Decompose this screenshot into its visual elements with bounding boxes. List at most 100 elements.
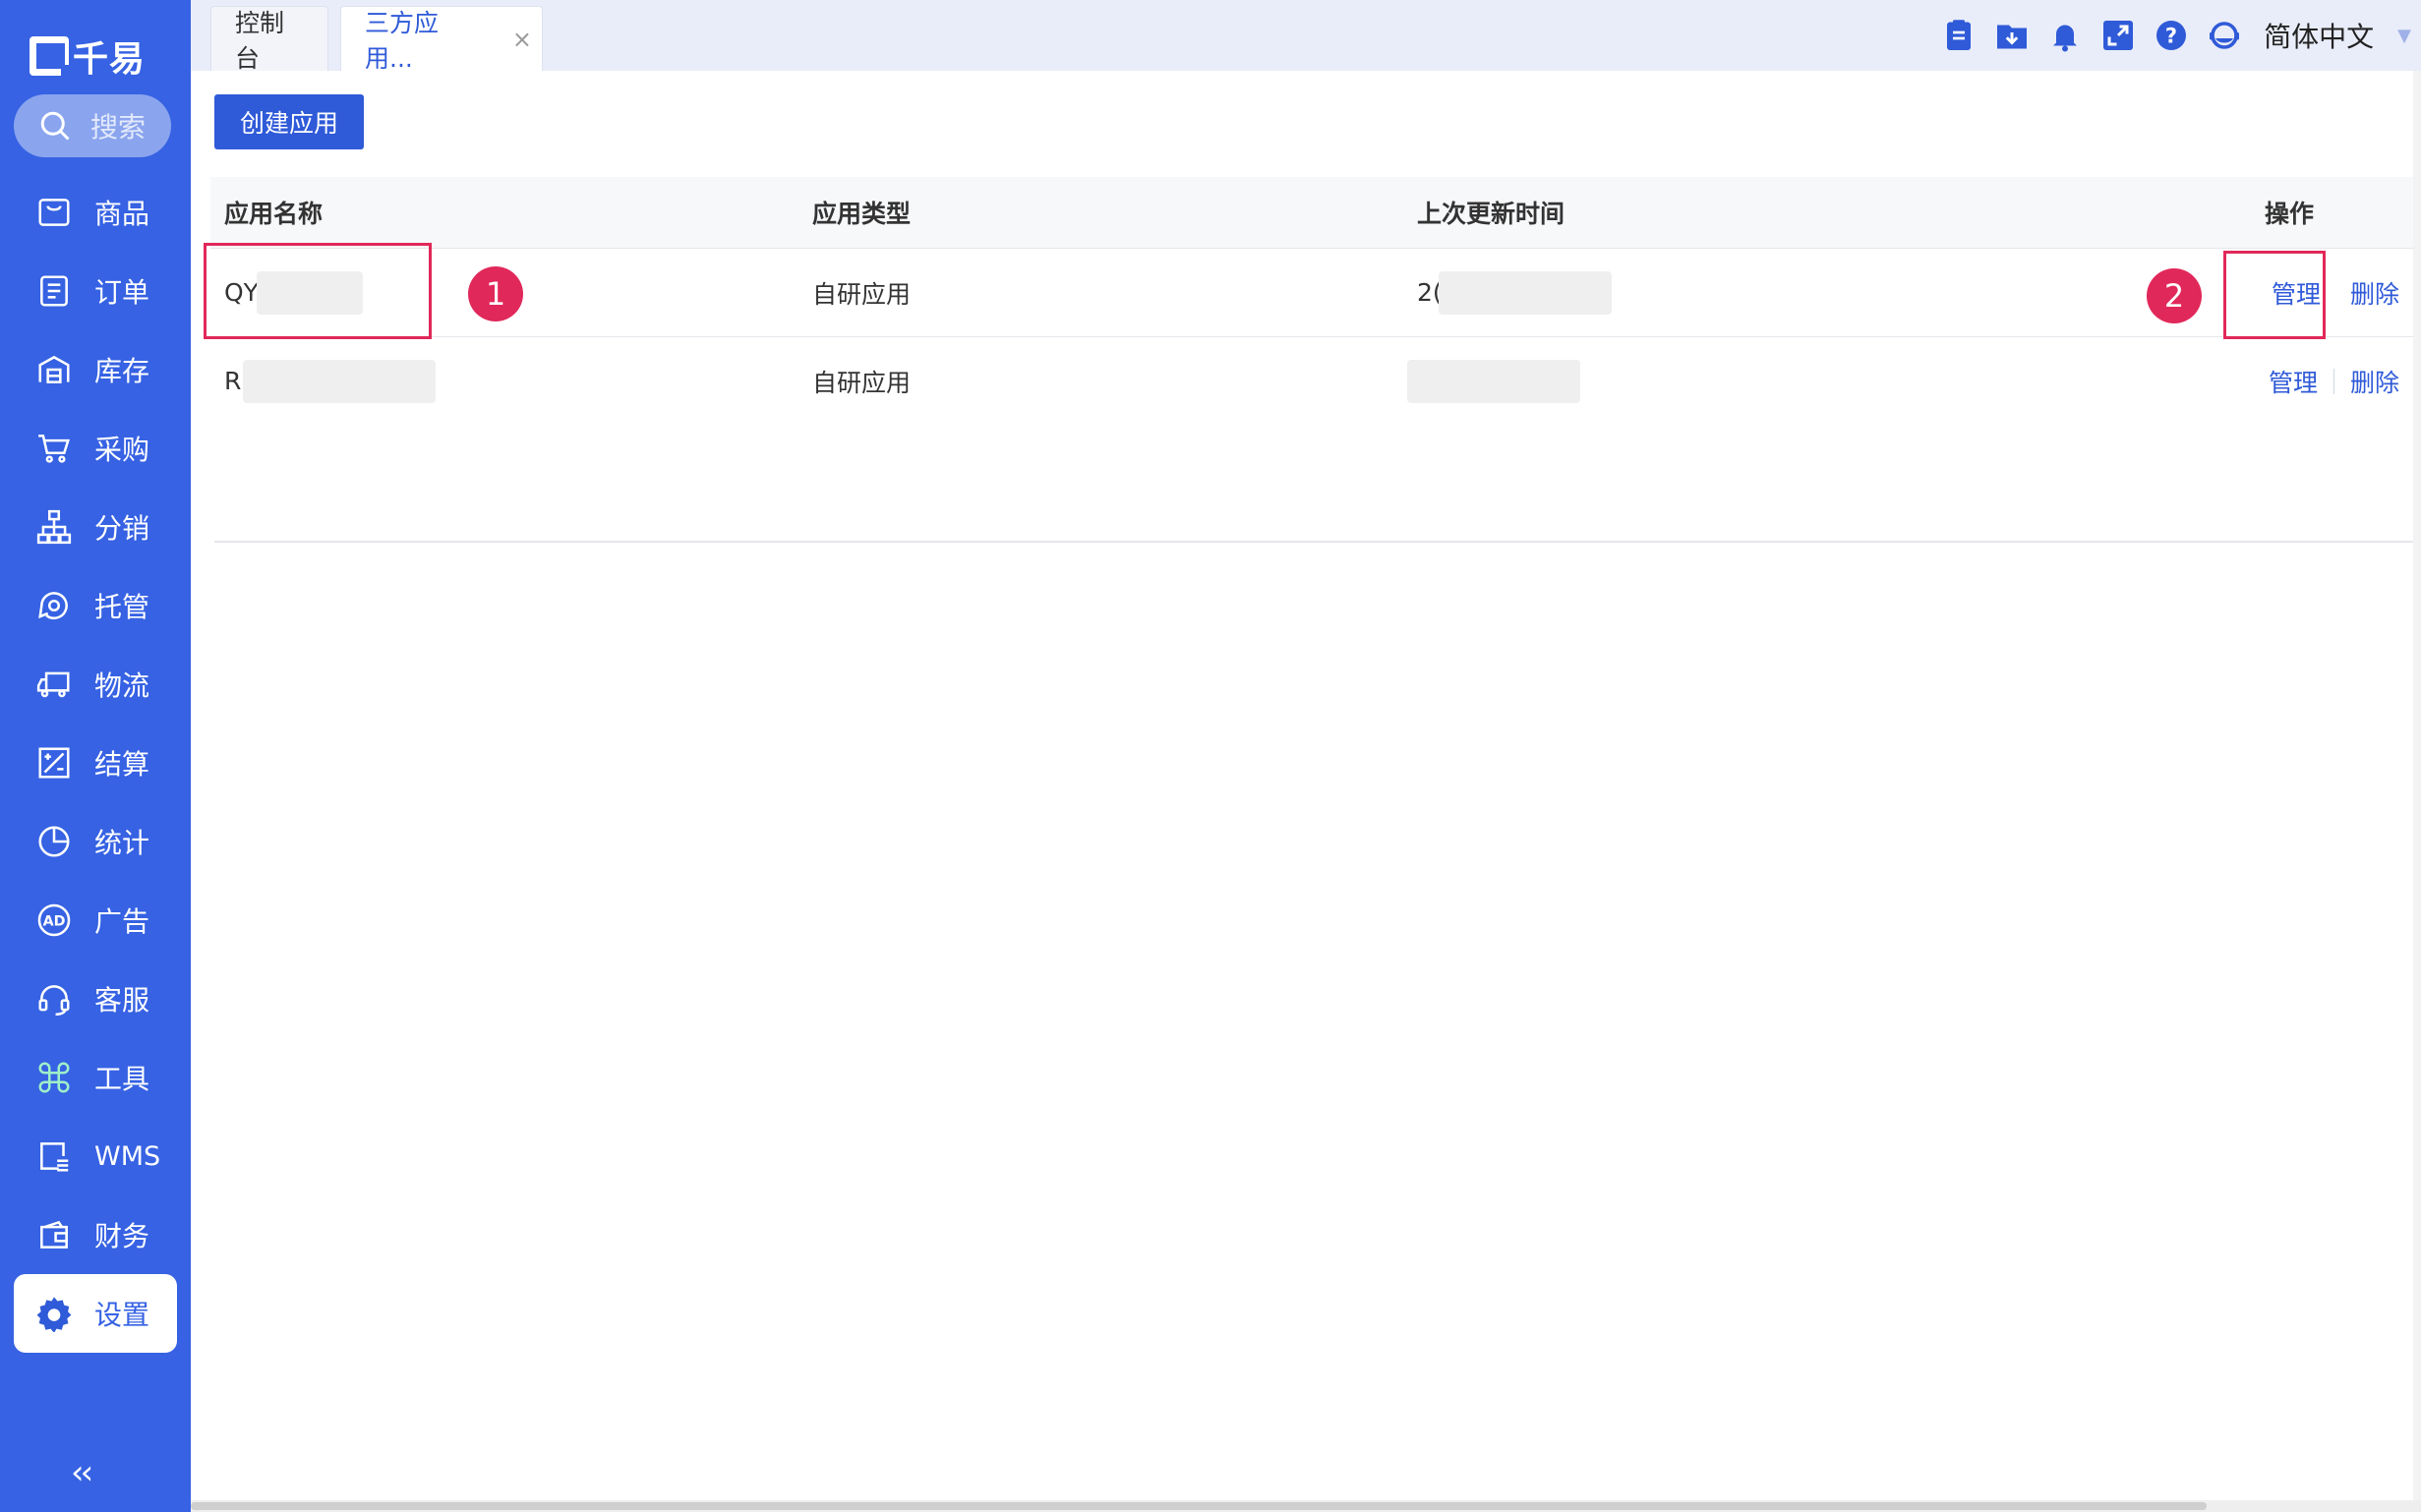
tab-label: 控制台	[235, 8, 285, 73]
truck-icon	[36, 671, 70, 698]
bell-icon[interactable]	[2047, 18, 2083, 53]
sidebar-item-label: 结算	[94, 748, 150, 781]
logo-text: 千易	[73, 39, 147, 80]
help-icon[interactable]: ?	[2154, 18, 2189, 53]
sidebar-item-hosting[interactable]: 托管	[0, 566, 191, 645]
sidebar-item-label: 托管	[94, 591, 150, 623]
sidebar-item-label: 统计	[94, 827, 150, 859]
wms-icon	[40, 1142, 69, 1172]
divider	[2332, 368, 2334, 394]
sidebar-item-orders[interactable]: 订单	[0, 252, 191, 330]
tab-third-party-apps[interactable]: 三方应用... ×	[340, 6, 543, 73]
support-icon[interactable]	[2207, 18, 2242, 53]
fullscreen-icon[interactable]	[2100, 18, 2136, 53]
sidebar-item-settlement[interactable]: 结算	[0, 724, 191, 802]
sidebar: 千易 搜索 商品 订单 库存 采购 分销 托管 物流 结算 统计 AD 广告 客…	[0, 0, 191, 1512]
search-label: 搜索	[90, 111, 147, 144]
updated-cell	[1407, 359, 2174, 403]
sidebar-item-label: 财务	[94, 1220, 150, 1252]
sidebar-item-finance[interactable]: 财务	[0, 1195, 191, 1274]
vertical-scrollbar[interactable]	[2413, 71, 2421, 1500]
step-badge-2: 2	[2147, 268, 2202, 323]
table-row: R 自研应用 管理 删除	[210, 336, 2413, 425]
sidebar-item-logistics[interactable]: 物流	[0, 645, 191, 724]
column-header-actions: 操作	[2265, 200, 2315, 228]
close-icon[interactable]: ×	[512, 26, 532, 53]
sidebar-item-inventory[interactable]: 库存	[0, 330, 191, 409]
chevron-down-icon[interactable]: ▼	[2397, 26, 2411, 46]
sidebar-item-label: 库存	[94, 355, 150, 387]
download-icon[interactable]	[1994, 18, 2030, 53]
sidebar-item-label: 客服	[94, 984, 150, 1017]
wallet-icon	[40, 1220, 68, 1249]
highlight-box-manage	[2223, 251, 2326, 339]
sidebar-item-ads[interactable]: AD 广告	[0, 881, 191, 960]
search-icon	[40, 111, 70, 141]
collapse-sidebar-button[interactable]: ‹‹	[71, 1453, 93, 1492]
scrollbar-thumb[interactable]	[191, 1502, 2207, 1510]
bag-icon	[38, 199, 70, 226]
column-header-name: 应用名称	[224, 200, 324, 228]
top-bar: 控制台 三方应用... × ? 简体中文 ▼	[191, 0, 2421, 73]
sidebar-item-label: 设置	[94, 1299, 150, 1331]
sidebar-item-label: 物流	[94, 669, 150, 702]
column-header-type: 应用类型	[812, 200, 912, 228]
create-app-button[interactable]: 创建应用	[214, 94, 364, 149]
sidebar-item-label: 订单	[94, 276, 150, 309]
clipboard-icon[interactable]	[1941, 18, 1977, 53]
ad-icon: AD	[37, 903, 71, 937]
horizontal-scrollbar[interactable]	[191, 1500, 2421, 1512]
tab-label: 三方应用...	[365, 8, 440, 73]
sidebar-item-statistics[interactable]: 统计	[0, 802, 191, 881]
apps-table: 应用名称 应用类型 上次更新时间 操作 QY 自研应用 2( 管理 删除 R 自…	[210, 177, 2413, 425]
sidebar-item-label: 商品	[94, 198, 150, 230]
sidebar-item-goods[interactable]: 商品	[0, 173, 191, 252]
delete-link[interactable]: 删除	[2350, 364, 2399, 399]
hosting-icon	[38, 592, 68, 620]
column-header-updated: 上次更新时间	[1417, 200, 1565, 228]
app-type: 自研应用	[812, 368, 912, 397]
sidebar-item-tools[interactable]: 工具	[0, 1038, 191, 1117]
sidebar-item-label: 分销	[94, 512, 150, 545]
main-content: 创建应用 应用名称 应用类型 上次更新时间 操作 QY 自研应用 2( 管理 删…	[191, 71, 2421, 1504]
table-row: QY 自研应用 2( 管理 删除	[210, 248, 2413, 336]
tab-console[interactable]: 控制台	[210, 6, 328, 73]
command-icon	[38, 1062, 70, 1093]
delete-link[interactable]: 删除	[2350, 275, 2399, 311]
sidebar-item-purchase[interactable]: 采购	[0, 409, 191, 488]
manage-link[interactable]: 管理	[2269, 364, 2318, 399]
svg-text:AD: AD	[43, 914, 66, 930]
sidebar-item-wms[interactable]: WMS	[0, 1117, 191, 1195]
highlight-box-app-name	[204, 243, 432, 339]
settlement-icon	[38, 747, 70, 779]
hierarchy-icon	[36, 509, 72, 545]
updated-cell: 2(	[1417, 270, 2174, 315]
app-type: 自研应用	[812, 279, 912, 309]
table-header: 应用名称 应用类型 上次更新时间 操作	[210, 177, 2413, 248]
logo-mark-icon	[30, 36, 75, 79]
sidebar-item-settings[interactable]: 设置	[14, 1274, 177, 1353]
cart-icon	[38, 435, 70, 463]
pie-chart-icon	[38, 826, 70, 857]
actions-cell: 管理 删除	[2174, 364, 2413, 399]
sidebar-item-label: 广告	[94, 905, 150, 938]
redacted-mask	[1407, 359, 1580, 403]
table-bottom-divider	[214, 541, 2421, 543]
redacted-mask	[1438, 270, 1612, 315]
redacted-mask	[243, 359, 437, 403]
sidebar-item-service[interactable]: 客服	[0, 960, 191, 1038]
headset-icon	[38, 985, 70, 1017]
sidebar-menu: 商品 订单 库存 采购 分销 托管 物流 结算 统计 AD 广告 客服 工具 W…	[0, 173, 191, 1353]
logo: 千易	[30, 29, 146, 83]
step-badge-1: 1	[468, 266, 523, 321]
app-name: R	[224, 367, 242, 395]
sidebar-item-label: 采购	[94, 434, 150, 466]
sidebar-item-distribution[interactable]: 分销	[0, 488, 191, 566]
language-selector[interactable]: 简体中文	[2264, 16, 2374, 55]
sidebar-item-label: 工具	[94, 1063, 150, 1095]
sidebar-search-button[interactable]: 搜索	[14, 94, 171, 157]
sidebar-item-label: WMS	[94, 1140, 161, 1172]
gear-icon	[36, 1297, 72, 1332]
svg-text:?: ?	[2165, 25, 2177, 48]
warehouse-icon	[38, 355, 70, 383]
